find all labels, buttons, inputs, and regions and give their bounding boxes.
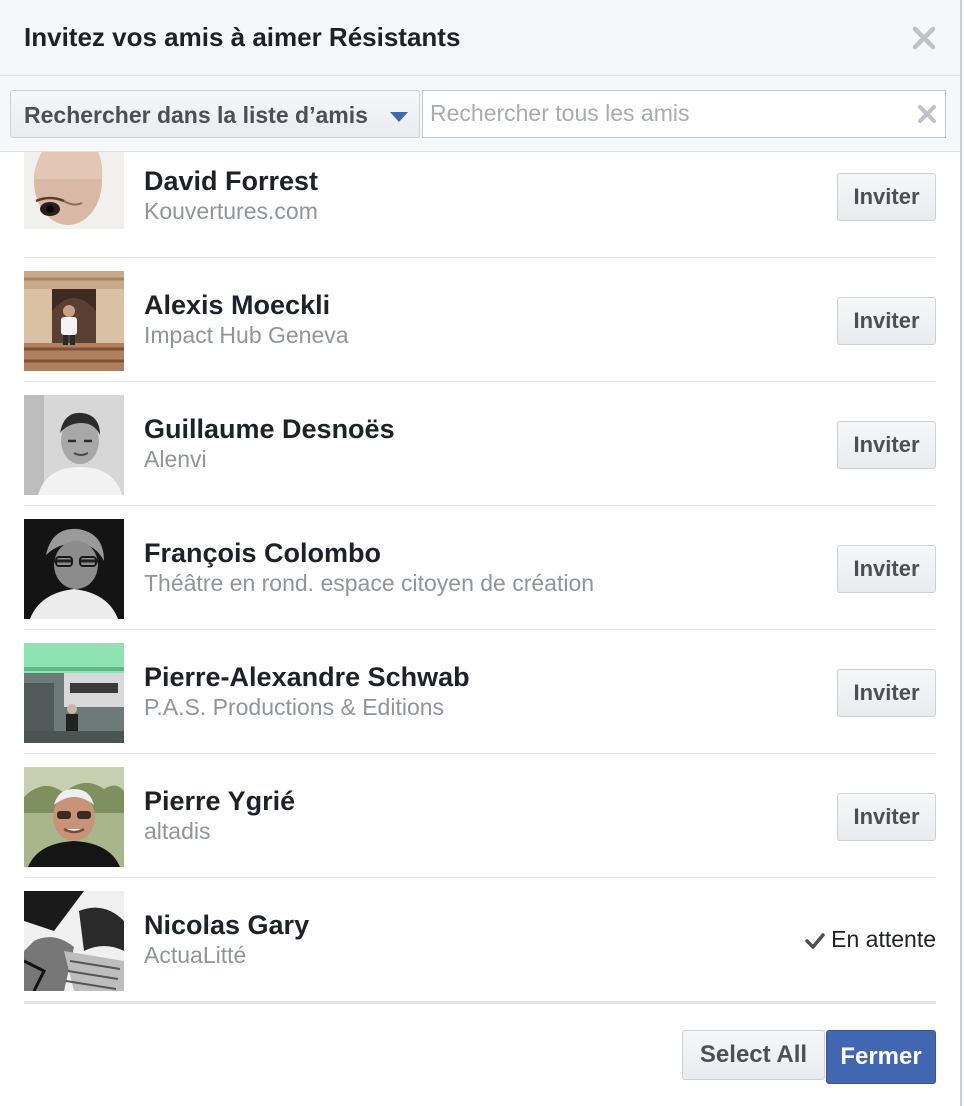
clear-search-icon[interactable] bbox=[915, 102, 939, 126]
friend-name: Nicolas Gary bbox=[144, 910, 310, 940]
list-item: Alexis Moeckli Impact Hub Geneva Inviter bbox=[24, 258, 936, 382]
dropdown-label: Rechercher dans la liste d’amis bbox=[24, 102, 368, 128]
friend-subtitle: Alenvi bbox=[144, 446, 207, 472]
invite-button[interactable]: Inviter bbox=[837, 669, 936, 717]
pending-label: En attente bbox=[831, 926, 936, 952]
invite-button[interactable]: Inviter bbox=[837, 297, 936, 345]
filter-bar: Rechercher dans la liste d’amis bbox=[0, 76, 960, 152]
close-button[interactable]: Fermer bbox=[826, 1030, 936, 1084]
friend-subtitle: altadis bbox=[144, 818, 211, 844]
invite-dialog: Invitez vos amis à aimer Résistants Rech… bbox=[0, 0, 962, 1106]
avatar bbox=[24, 891, 124, 991]
list-item: François Colombo Théâtre en rond. espace… bbox=[24, 506, 936, 630]
search-box bbox=[422, 90, 946, 138]
friend-list-dropdown[interactable]: Rechercher dans la liste d’amis bbox=[10, 90, 420, 138]
friend-name: Alexis Moeckli bbox=[144, 290, 331, 320]
dialog-header: Invitez vos amis à aimer Résistants bbox=[0, 0, 960, 76]
friend-name: Pierre-Alexandre Schwab bbox=[144, 662, 470, 692]
avatar bbox=[24, 152, 124, 229]
avatar bbox=[24, 643, 124, 743]
friend-name: Guillaume Desnoës bbox=[144, 414, 395, 444]
avatar bbox=[24, 395, 124, 495]
friend-name: David Forrest bbox=[144, 166, 319, 196]
close-icon[interactable] bbox=[908, 22, 940, 54]
pending-status: En attente bbox=[805, 926, 936, 953]
friend-subtitle: ActuaLitté bbox=[144, 942, 247, 968]
footer-divider bbox=[24, 1002, 936, 1004]
select-all-button[interactable]: Select All bbox=[682, 1030, 825, 1080]
avatar bbox=[24, 767, 124, 867]
invite-button[interactable]: Inviter bbox=[837, 793, 936, 841]
avatar bbox=[24, 271, 124, 371]
search-input[interactable] bbox=[430, 91, 900, 135]
list-item: Pierre Ygrié altadis Inviter bbox=[24, 754, 936, 878]
friend-subtitle: P.A.S. Productions & Editions bbox=[144, 694, 445, 720]
list-item: David Forrest Kouvertures.com Inviter bbox=[24, 152, 936, 258]
list-item: Guillaume Desnoës Alenvi Inviter bbox=[24, 382, 936, 506]
list-item: Pierre-Alexandre Schwab P.A.S. Productio… bbox=[24, 630, 936, 754]
dialog-title: Invitez vos amis à aimer Résistants bbox=[24, 22, 461, 52]
friend-list: David Forrest Kouvertures.com Inviter Al… bbox=[24, 152, 936, 1004]
friend-name: François Colombo bbox=[144, 538, 382, 568]
list-item: Nicolas Gary ActuaLitté En attente bbox=[24, 878, 936, 1002]
friend-subtitle: Impact Hub Geneva bbox=[144, 322, 349, 348]
invite-button[interactable]: Inviter bbox=[837, 421, 936, 469]
friend-subtitle: Kouvertures.com bbox=[144, 198, 318, 224]
friend-name: Pierre Ygrié bbox=[144, 786, 296, 816]
invite-button[interactable]: Inviter bbox=[837, 545, 936, 593]
avatar bbox=[24, 519, 124, 619]
checkmark-icon bbox=[805, 933, 825, 949]
caret-down-icon bbox=[389, 110, 409, 128]
invite-button[interactable]: Inviter bbox=[837, 173, 936, 221]
friend-subtitle: Théâtre en rond. espace citoyen de créat… bbox=[144, 570, 595, 596]
